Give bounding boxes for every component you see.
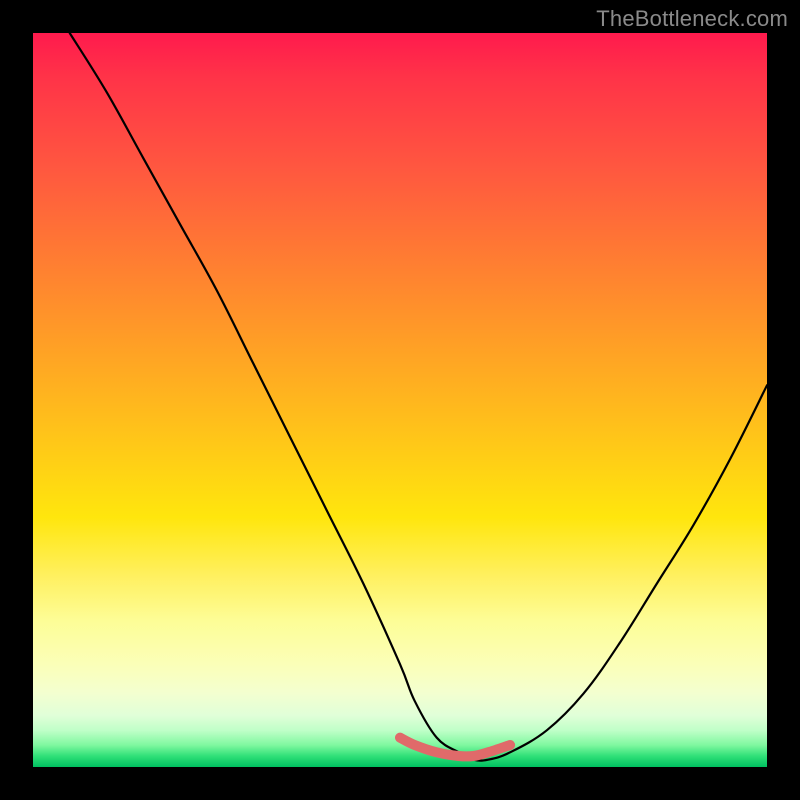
chart-svg	[33, 33, 767, 767]
bottleneck-curve	[70, 33, 767, 761]
chart-frame: TheBottleneck.com	[0, 0, 800, 800]
chart-plot-area	[33, 33, 767, 767]
watermark-text: TheBottleneck.com	[596, 6, 788, 32]
optimal-flat-highlight	[400, 738, 510, 757]
